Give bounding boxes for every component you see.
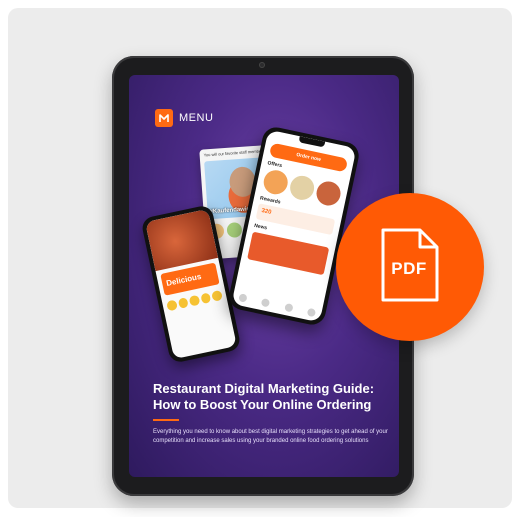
brand-name: MENU bbox=[179, 112, 214, 124]
phone-tabbar bbox=[238, 293, 317, 318]
pdf-badge[interactable]: PDF bbox=[336, 193, 484, 341]
menu-logo-icon bbox=[155, 109, 173, 127]
camera-dot bbox=[259, 62, 265, 68]
title-divider bbox=[153, 419, 179, 421]
food-image bbox=[145, 208, 219, 272]
pdf-label: PDF bbox=[391, 259, 427, 278]
brand: MENU bbox=[155, 109, 213, 127]
guide-title: Restaurant Digital Marketing Guide: How … bbox=[153, 381, 375, 412]
guide-description: Everything you need to know about best d… bbox=[153, 429, 388, 444]
ebook-card[interactable]: MENU You will our favorite staff members… bbox=[8, 8, 512, 508]
